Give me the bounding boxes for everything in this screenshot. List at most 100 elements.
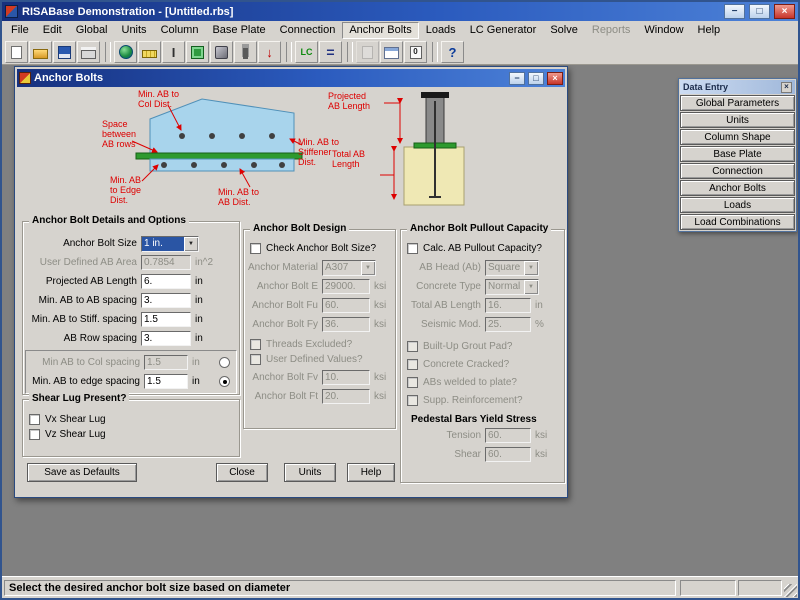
data-entry-column-shape-button[interactable]: Column Shape (680, 129, 795, 145)
anchor-material-label: Anchor Material (246, 262, 322, 273)
save-as-defaults-button[interactable]: Save as Defaults (27, 463, 137, 482)
base-plate-button[interactable] (186, 41, 209, 63)
vx-shear-lug-checkbox[interactable] (29, 414, 40, 425)
anchor-bolt-ft-unit: ksi (370, 391, 386, 402)
dialog-maximize-button[interactable]: □ (528, 72, 544, 85)
ab-row-spacing-label: AB Row spacing (25, 333, 141, 344)
units-button[interactable]: Units (284, 463, 336, 482)
help-button[interactable]: ? (441, 41, 464, 63)
menu-item-edit[interactable]: Edit (36, 22, 69, 39)
calculator-button[interactable]: 0 (404, 41, 427, 63)
reports-button[interactable] (356, 41, 379, 63)
min-ab-to-edge-spacing-radio[interactable] (219, 376, 230, 387)
concrete-cracked-label: Concrete Cracked? (423, 359, 509, 370)
ab-head-label: AB Head (Ab) (403, 262, 485, 273)
menu-item-base-plate[interactable]: Base Plate (205, 22, 272, 39)
menu-bar: FileEditGlobalUnitsColumnBase PlateConne… (2, 21, 798, 40)
ab-row-spacing-field[interactable]: 3. (141, 331, 191, 346)
menu-item-solve[interactable]: Solve (543, 22, 585, 39)
check-anchor-bolt-size-checkbox[interactable] (250, 243, 261, 254)
anchor-bolt-diagram: Min. AB to Col Dist. Space between AB ro… (102, 89, 467, 213)
data-entry-load-combinations-button[interactable]: Load Combinations (680, 214, 795, 230)
toolbar: I ↓ LC = 0? (2, 40, 798, 65)
anchor-bolt-size-select[interactable]: 1 in. ▼ (141, 236, 199, 252)
close-button[interactable]: × (774, 4, 795, 19)
anchor-bolt-fu-field: 60. (322, 298, 370, 313)
data-entry-anchor-bolts-button[interactable]: Anchor Bolts (680, 180, 795, 196)
resize-grip[interactable] (784, 584, 797, 597)
group-anchor-bolt-design: Anchor Bolt Design Check Anchor Bolt Siz… (243, 229, 396, 429)
loads-button[interactable]: ↓ (258, 41, 281, 63)
dialog-minimize-button[interactable]: − (509, 72, 525, 85)
user-defined-values-checkbox (250, 354, 261, 365)
data-entry-loads-button[interactable]: Loads (680, 197, 795, 213)
menu-item-help[interactable]: Help (691, 22, 728, 39)
min-ab-to-col-spacing-radio[interactable] (219, 357, 230, 368)
menu-item-global[interactable]: Global (69, 22, 115, 39)
min-ab-to-edge-spacing-field[interactable]: 1.5 (144, 374, 188, 389)
calc-ab-pullout-checkbox[interactable] (407, 243, 418, 254)
lc-generator-icon: LC (301, 48, 313, 57)
min-ab-to-ab-spacing-field[interactable]: 3. (141, 293, 191, 308)
abs-welded-label: ABs welded to plate? (423, 377, 517, 388)
concrete-type-select: Normal ▼ (485, 279, 539, 295)
seismic-mod-label: Seismic Mod. (403, 319, 485, 330)
save-button[interactable] (53, 41, 76, 63)
new-file-icon (11, 46, 22, 59)
pedestal-bars-title: Pedestal Bars Yield Stress (411, 414, 564, 425)
supp-reinforcement-label: Supp. Reinforcement? (423, 395, 523, 406)
menu-item-connection[interactable]: Connection (273, 22, 343, 39)
menu-item-anchor-bolts[interactable]: Anchor Bolts (342, 22, 418, 39)
menu-item-reports[interactable]: Reports (585, 22, 638, 39)
seismic-mod-field: 25. (485, 317, 531, 332)
min-ab-to-col-spacing-unit: in (188, 357, 200, 368)
projected-ab-length-field[interactable]: 6. (141, 274, 191, 289)
column-shape-button[interactable]: I (162, 41, 185, 63)
anchor-bolts-button[interactable] (234, 41, 257, 63)
status-cell-1 (680, 580, 736, 596)
data-entry-caption: Data Entry × (680, 80, 795, 94)
maximize-button[interactable]: □ (749, 4, 770, 19)
lc-generator-button[interactable]: LC (295, 41, 318, 63)
data-entry-base-plate-button[interactable]: Base Plate (680, 146, 795, 162)
calc-ab-pullout-label: Calc. AB Pullout Capacity? (423, 243, 542, 254)
data-entry-close-icon[interactable]: × (781, 82, 792, 93)
chevron-down-icon[interactable]: ▼ (184, 237, 198, 251)
anchor-bolts-dialog: Anchor Bolts − □ × (14, 66, 568, 498)
print-button[interactable] (77, 41, 100, 63)
anchor-bolt-fy-field: 36. (322, 317, 370, 332)
total-ab-length-field: 16. (485, 298, 531, 313)
global-parameters-button[interactable] (114, 41, 137, 63)
help-button[interactable]: Help (347, 463, 395, 482)
menu-item-window[interactable]: Window (637, 22, 690, 39)
status-text: Select the desired anchor bolt size base… (9, 582, 290, 594)
anchor-bolt-size-label: Anchor Bolt Size (25, 238, 141, 249)
open-file-button[interactable] (29, 41, 52, 63)
dialog-close-icon[interactable]: × (547, 72, 563, 85)
projected-ab-length-unit: in (191, 276, 203, 287)
diagram-label-min-ab-edge: Min. AB to Edge Dist. (110, 175, 141, 205)
menu-item-units[interactable]: Units (115, 22, 154, 39)
data-entry-units-button[interactable]: Units (680, 112, 795, 128)
spreadsheet-button[interactable] (380, 41, 403, 63)
menu-item-loads[interactable]: Loads (419, 22, 463, 39)
close-dialog-button[interactable]: Close (216, 463, 268, 482)
window-title: RISABase Demonstration - [Untitled.rbs] (22, 6, 233, 18)
app-icon (5, 5, 18, 18)
min-ab-to-stiff-spacing-field[interactable]: 1.5 (141, 312, 191, 327)
new-file-button[interactable] (5, 41, 28, 63)
menu-item-column[interactable]: Column (154, 22, 206, 39)
units-button[interactable] (138, 41, 161, 63)
solve-button[interactable]: = (319, 41, 342, 63)
toolbar-separator (347, 42, 353, 62)
minimize-button[interactable]: − (724, 4, 745, 19)
vz-shear-lug-checkbox[interactable] (29, 429, 40, 440)
menu-item-lc-generator[interactable]: LC Generator (463, 22, 544, 39)
anchor-bolt-e-label: Anchor Bolt E (246, 281, 322, 292)
data-entry-connection-button[interactable]: Connection (680, 163, 795, 179)
menu-item-file[interactable]: File (4, 22, 36, 39)
data-entry-global-parameters-button[interactable]: Global Parameters (680, 95, 795, 111)
connection-button[interactable] (210, 41, 233, 63)
diagram-label-space-rows: Space between AB rows (102, 119, 136, 149)
user-defined-ab-area-unit: in^2 (191, 257, 213, 268)
